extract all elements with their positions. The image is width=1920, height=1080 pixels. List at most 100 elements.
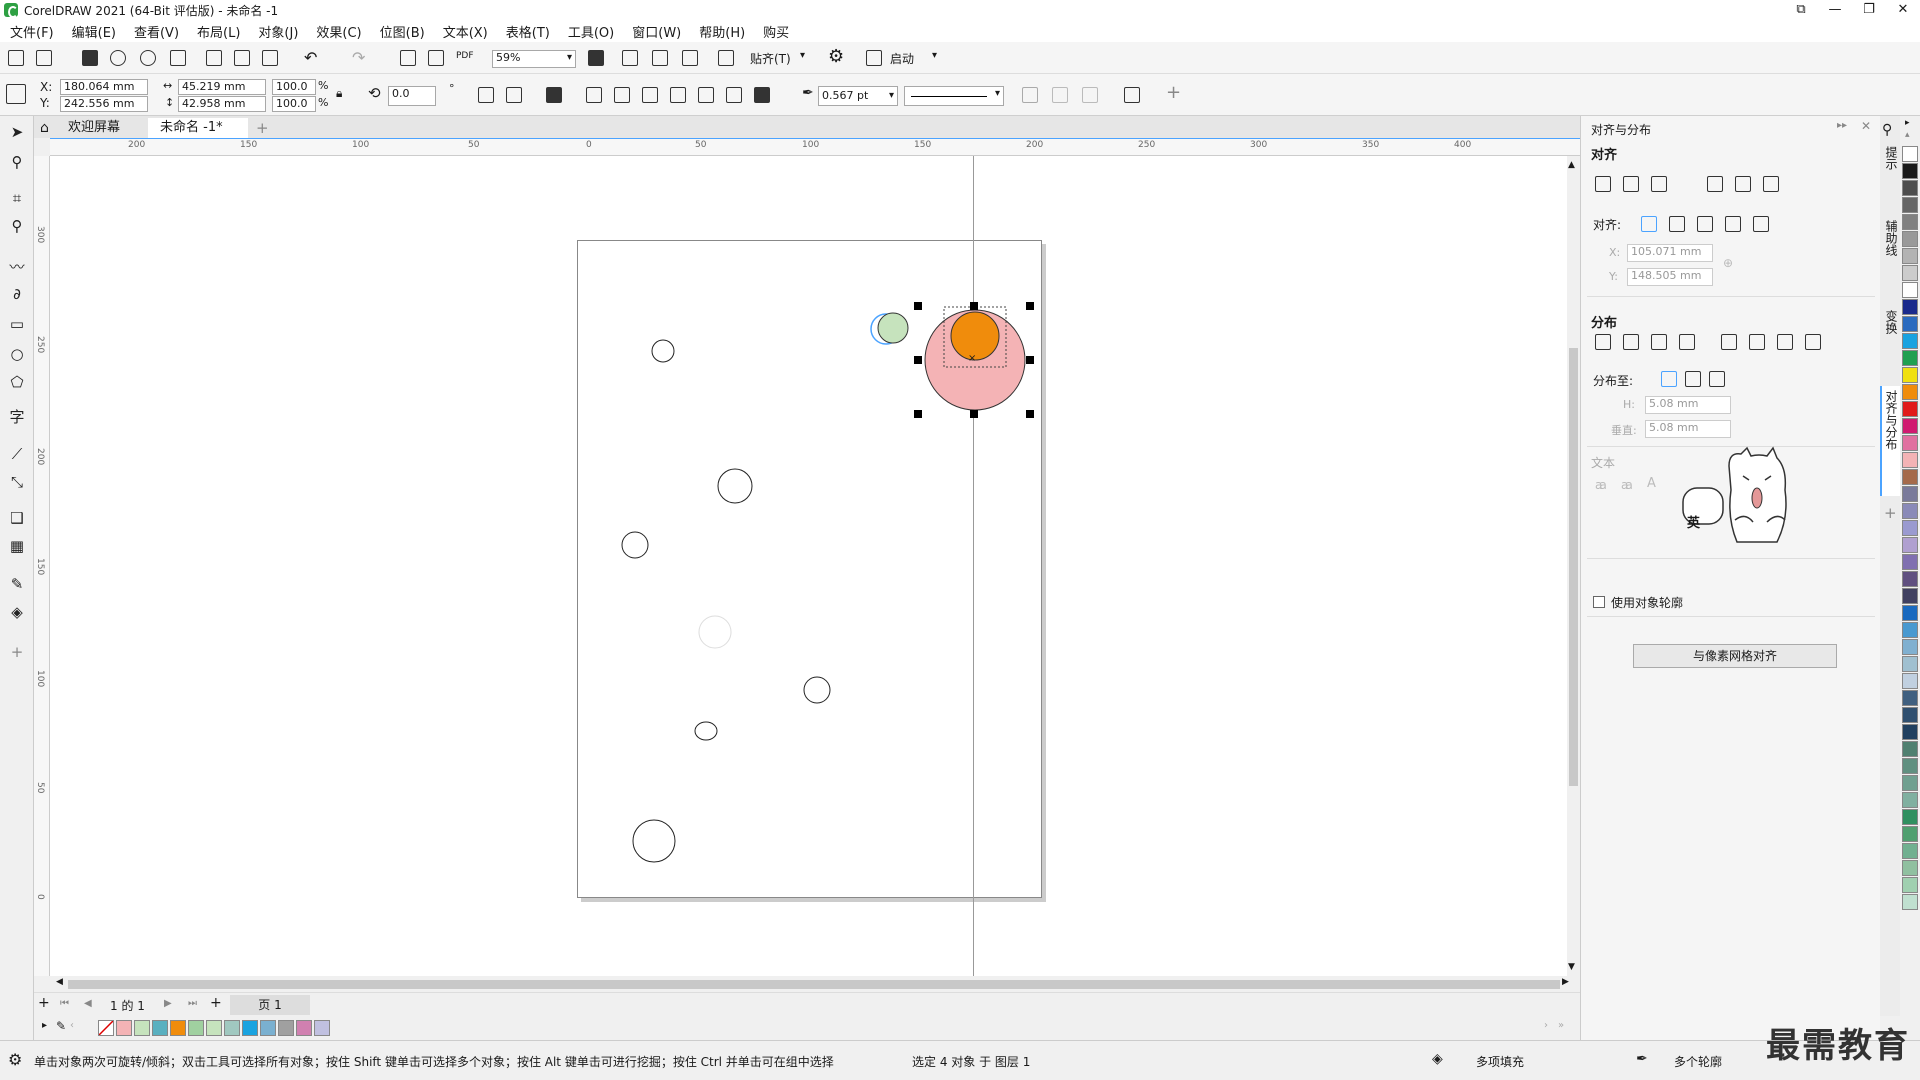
- vertical-ruler[interactable]: 300 250 200 150 100 50 0: [34, 156, 50, 976]
- cloud-download-icon[interactable]: [110, 50, 126, 66]
- selection-handle[interactable]: [914, 410, 922, 418]
- palette-flyout-arrow[interactable]: ▸: [1905, 118, 1910, 128]
- guidelines-icon[interactable]: [682, 50, 698, 66]
- artistic-media-icon[interactable]: ∂: [7, 284, 27, 304]
- distribute-bottom-icon[interactable]: [1805, 334, 1821, 350]
- color-swatch[interactable]: [1902, 571, 1918, 587]
- distribute-v-field[interactable]: 5.08 mm: [1645, 420, 1731, 438]
- drop-shadow-icon[interactable]: ❑: [7, 508, 27, 528]
- rectangle-tool-icon[interactable]: ▭: [7, 314, 27, 334]
- align-center-horizontal-icon[interactable]: [1623, 176, 1639, 192]
- align-to-page-edge-icon[interactable]: [1669, 216, 1685, 232]
- menu-help[interactable]: 帮助(H): [699, 22, 745, 41]
- mirror-vertical-icon[interactable]: [506, 87, 522, 103]
- color-swatch[interactable]: [1902, 333, 1918, 349]
- width-percent-field[interactable]: 100.0: [272, 79, 316, 95]
- text-first-line-icon[interactable]: ꜳ: [1621, 478, 1633, 492]
- color-swatch[interactable]: [1902, 503, 1918, 519]
- docker-tab-hints[interactable]: 提示: [1883, 146, 1900, 170]
- next-page-icon[interactable]: ▶: [164, 998, 172, 1009]
- search-icon[interactable]: ⚲: [1882, 122, 1892, 138]
- color-swatch[interactable]: [1902, 180, 1918, 196]
- pdf-icon[interactable]: PDF: [456, 51, 474, 61]
- align-y-field[interactable]: 148.505 mm: [1627, 268, 1713, 286]
- ellipse-tool-icon[interactable]: ○: [7, 344, 27, 364]
- pin-icon[interactable]: ⧉: [1784, 0, 1818, 20]
- color-swatch[interactable]: [260, 1020, 276, 1036]
- align-bottom-icon[interactable]: [1763, 176, 1779, 192]
- align-top-icon[interactable]: [1707, 176, 1723, 192]
- palette-expand[interactable]: »: [1558, 1020, 1564, 1031]
- color-swatch[interactable]: [314, 1020, 330, 1036]
- color-swatch[interactable]: [1902, 435, 1918, 451]
- dimension-tool-icon[interactable]: ⟋: [7, 444, 27, 464]
- redo-icon[interactable]: ↷: [352, 48, 365, 67]
- transparency-icon[interactable]: ▦: [7, 536, 27, 556]
- snap-to-dropdown[interactable]: 贴齐(T): [750, 50, 791, 67]
- add-tool-icon[interactable]: +: [7, 642, 27, 662]
- rulers-icon[interactable]: [622, 50, 638, 66]
- selection-handle[interactable]: [1026, 410, 1034, 418]
- color-swatch[interactable]: [1902, 588, 1918, 604]
- distribute-vspacing-icon[interactable]: [1777, 334, 1793, 350]
- zoom-tool-icon[interactable]: ⚲: [7, 216, 27, 236]
- cloud-upload-icon[interactable]: [140, 50, 156, 66]
- color-swatch[interactable]: [242, 1020, 258, 1036]
- create-boundary-icon[interactable]: [754, 87, 770, 103]
- color-swatch[interactable]: [224, 1020, 240, 1036]
- new-document-icon[interactable]: [8, 50, 24, 66]
- color-swatch[interactable]: [1902, 401, 1918, 417]
- menu-buy[interactable]: 购买: [763, 22, 789, 41]
- weld-icon[interactable]: [586, 87, 602, 103]
- distribute-left-icon[interactable]: [1595, 334, 1611, 350]
- edit-outline-icon[interactable]: [1082, 87, 1098, 103]
- front-minus-back-icon[interactable]: [698, 87, 714, 103]
- add-page-after-icon[interactable]: +: [210, 995, 222, 1011]
- import-icon[interactable]: [400, 50, 416, 66]
- menu-bitmaps[interactable]: 位图(B): [380, 22, 425, 41]
- shape-tool-icon[interactable]: ⚲: [7, 152, 27, 172]
- color-swatch[interactable]: [206, 1020, 222, 1036]
- menu-text[interactable]: 文本(X): [443, 22, 488, 41]
- scroll-left-arrow[interactable]: ◀: [56, 977, 63, 987]
- color-swatch[interactable]: [116, 1020, 132, 1036]
- zoom-level-select[interactable]: 59%: [492, 50, 576, 68]
- close-button[interactable]: ✕: [1886, 0, 1920, 20]
- freehand-tool-icon[interactable]: 〰: [7, 256, 27, 276]
- align-to-page-center-icon[interactable]: [1697, 216, 1713, 232]
- no-fill-swatch[interactable]: [98, 1020, 114, 1036]
- distribute-by-spacing-icon[interactable]: [1709, 371, 1725, 387]
- snap-icon[interactable]: [718, 50, 734, 66]
- full-screen-icon[interactable]: [588, 50, 604, 66]
- color-swatch[interactable]: [1902, 605, 1918, 621]
- color-swatch[interactable]: [1902, 843, 1918, 859]
- color-swatch[interactable]: [1902, 384, 1918, 400]
- docker-close-icon[interactable]: ✕: [1861, 119, 1871, 133]
- distribute-h-field[interactable]: 5.08 mm: [1645, 396, 1731, 414]
- grid-icon[interactable]: [652, 50, 668, 66]
- selection-handle[interactable]: [914, 302, 922, 310]
- selection-handle[interactable]: [970, 410, 978, 418]
- color-swatch[interactable]: [1902, 758, 1918, 774]
- height-percent-field[interactable]: 100.0: [272, 96, 316, 112]
- align-center-vertical-icon[interactable]: [1735, 176, 1751, 192]
- paste-icon[interactable]: [262, 50, 278, 66]
- scroll-right-arrow[interactable]: ▶: [1562, 977, 1569, 987]
- color-swatch[interactable]: [1902, 418, 1918, 434]
- color-swatch[interactable]: [134, 1020, 150, 1036]
- align-x-field[interactable]: 105.071 mm: [1627, 244, 1713, 262]
- simplify-icon[interactable]: [670, 87, 686, 103]
- align-left-icon[interactable]: [1595, 176, 1611, 192]
- color-swatch[interactable]: [1902, 214, 1918, 230]
- group-icon[interactable]: [546, 87, 562, 103]
- color-swatch[interactable]: [1902, 707, 1918, 723]
- launch-icon[interactable]: [866, 50, 882, 66]
- selection-handle[interactable]: [1026, 302, 1034, 310]
- color-swatch[interactable]: [1902, 860, 1918, 876]
- color-swatch[interactable]: [1902, 163, 1918, 179]
- color-swatch[interactable]: [1902, 554, 1918, 570]
- eyedropper-icon[interactable]: ✎: [56, 1019, 66, 1033]
- distribute-spacing-icon[interactable]: [1651, 334, 1667, 350]
- horizontal-scroll-thumb[interactable]: [68, 980, 1560, 989]
- distribute-to-page-icon[interactable]: [1685, 371, 1701, 387]
